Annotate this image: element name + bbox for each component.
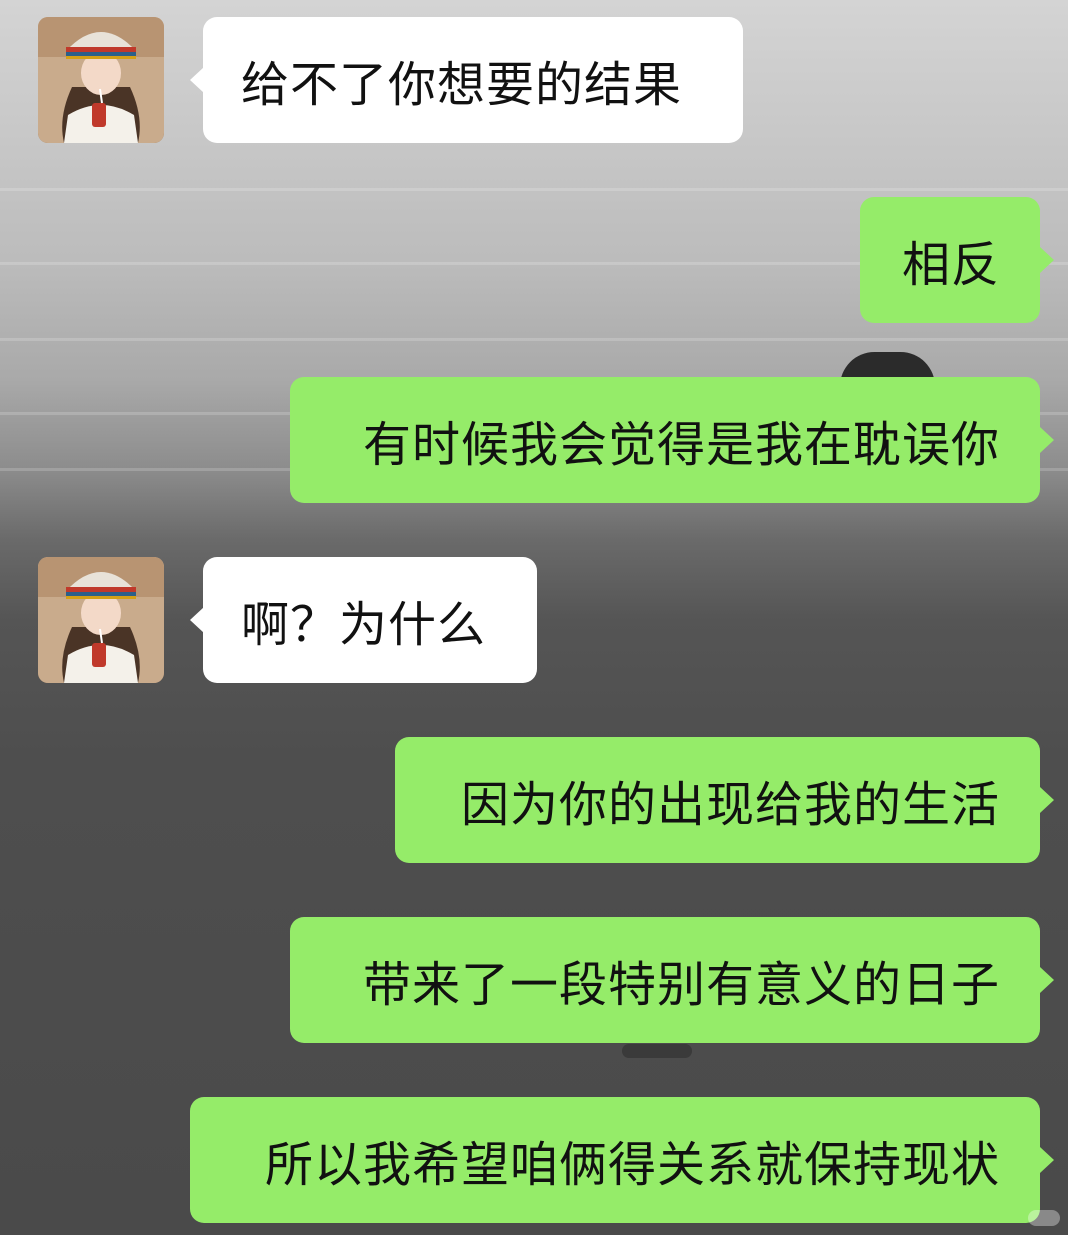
- chat-window: 给不了你想要的结果 相反 有时候我会觉得是我在耽误你 啊？为什么 因为你的出现给…: [0, 0, 1068, 1235]
- avatar-image: [38, 557, 164, 683]
- incoming-message-bubble[interactable]: 给不了你想要的结果: [190, 17, 743, 143]
- wallpaper-pebble: [622, 1044, 692, 1058]
- contact-avatar-icon[interactable]: [38, 557, 164, 683]
- wallpaper-streak: [0, 188, 1068, 191]
- outgoing-message-bubble[interactable]: 带来了一段特别有意义的日子: [290, 917, 1054, 1043]
- outgoing-message-bubble[interactable]: 所以我希望咱俩得关系就保持现状: [190, 1097, 1054, 1223]
- incoming-message-bubble[interactable]: 啊？为什么: [190, 557, 537, 683]
- contact-avatar-icon[interactable]: [38, 17, 164, 143]
- wallpaper-streak: [0, 338, 1068, 341]
- corner-watermark: [1028, 1210, 1060, 1226]
- outgoing-message-bubble[interactable]: 因为你的出现给我的生活: [395, 737, 1054, 863]
- avatar-image: [38, 17, 164, 143]
- outgoing-message-bubble[interactable]: 有时候我会觉得是我在耽误你: [290, 377, 1054, 503]
- outgoing-message-bubble[interactable]: 相反: [860, 197, 1054, 323]
